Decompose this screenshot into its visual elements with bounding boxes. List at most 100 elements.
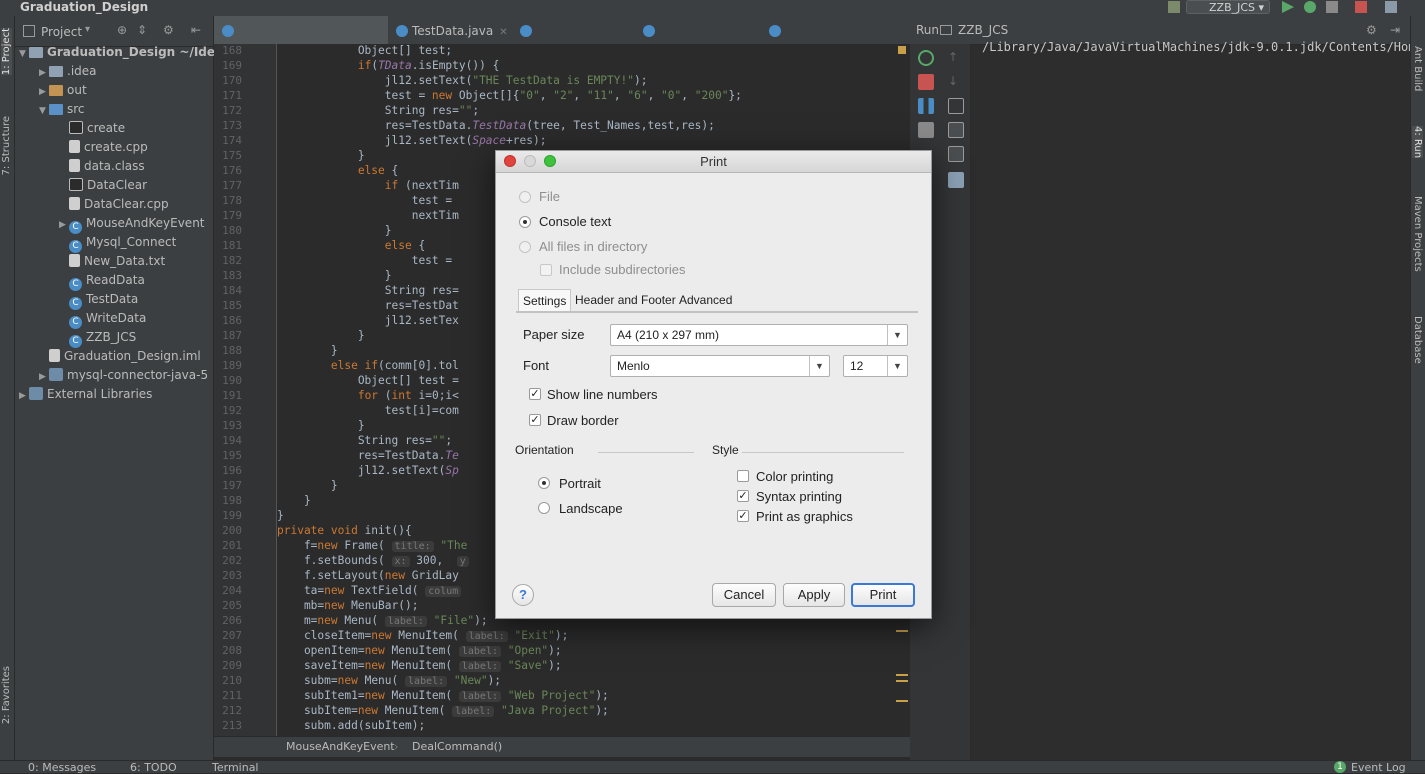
tree-item[interactable]: ▼ Graduation_Design ~/Ideal <box>19 43 227 62</box>
vcs-icon[interactable] <box>1168 1 1180 13</box>
tree-item[interactable]: New_Data.txt <box>59 252 165 271</box>
editor-tab[interactable]: ZZB_JCS.java✕ <box>761 16 876 68</box>
tree-item[interactable]: ▶ .idea <box>39 62 97 81</box>
arrow-up-icon[interactable]: ↑ <box>948 50 964 66</box>
code-line: } <box>277 479 338 492</box>
camera-icon[interactable] <box>918 122 934 138</box>
tree-item[interactable]: ▶ mysql-connector-java-5 <box>39 366 208 385</box>
todo-tool-tab[interactable]: 6: TODO <box>130 761 177 774</box>
ant-build-tool-tab[interactable]: Ant Build <box>1412 46 1423 91</box>
tab-header-footer[interactable]: Header and Footer <box>571 289 680 311</box>
tree-item[interactable]: DataClear <box>59 176 147 195</box>
database-tool-tab[interactable]: Database <box>1412 316 1423 364</box>
console-output[interactable]: /Library/Java/JavaVirtualMachines/jdk-9.… <box>982 40 1425 54</box>
line-number: 195 <box>222 449 242 462</box>
help-button[interactable]: ? <box>512 584 534 606</box>
soft-wrap-icon[interactable] <box>948 98 964 114</box>
font-select[interactable]: Menlo ▼ <box>610 355 830 377</box>
event-log-tool-tab[interactable]: Event Log <box>1351 761 1406 774</box>
landscape-radio[interactable] <box>538 502 550 514</box>
tree-item[interactable]: C WriteData <box>59 309 146 329</box>
stop-icon[interactable] <box>1355 1 1367 13</box>
tree-item[interactable]: Graduation_Design.iml <box>39 347 201 366</box>
line-number: 200 <box>222 524 242 537</box>
terminal-tool-tab[interactable]: Terminal <box>212 761 259 774</box>
inspection-status-icon[interactable] <box>898 46 906 54</box>
editor-tab[interactable]: ReadData.java✕ <box>512 16 635 68</box>
tree-item[interactable]: ▼ src <box>39 100 85 119</box>
favorites-tool-tab[interactable]: 2: Favorites <box>1 666 12 724</box>
breadcrumb-method[interactable]: DealCommand() <box>412 740 502 753</box>
source-directory-radio[interactable] <box>519 241 531 253</box>
tree-item[interactable]: ▶ C MouseAndKeyEvent <box>59 214 205 234</box>
tree-item[interactable]: C ZZB_JCS <box>59 328 136 348</box>
project-structure-icon[interactable] <box>1385 1 1397 13</box>
run-config-select[interactable]: ZZB_JCS ▾ <box>1186 0 1270 14</box>
tree-item[interactable]: data.class <box>59 157 145 176</box>
draw-border-checkbox[interactable]: ✓ <box>529 414 541 426</box>
stop-icon[interactable] <box>918 74 934 90</box>
tree-item[interactable]: create.cpp <box>59 138 148 157</box>
arrow-down-icon[interactable]: ↓ <box>948 74 964 90</box>
coverage-icon[interactable] <box>1326 1 1338 13</box>
source-console-radio[interactable] <box>519 216 531 228</box>
chevron-down-icon[interactable]: ▾ <box>85 24 90 35</box>
tab-settings[interactable]: Settings <box>518 289 572 312</box>
code-line: } <box>277 329 365 342</box>
debug-icon[interactable] <box>1304 1 1316 13</box>
color-printing-checkbox[interactable] <box>737 470 749 482</box>
project-view-icon <box>23 25 35 37</box>
font-label: Font <box>523 358 550 373</box>
syntax-printing-label: Syntax printing <box>756 489 842 504</box>
tree-item[interactable]: C Mysql_Connect <box>59 233 176 253</box>
close-icon[interactable] <box>504 155 516 167</box>
stripe-mark[interactable] <box>896 630 908 632</box>
print-icon[interactable] <box>948 146 964 162</box>
editor-tab[interactable]: MouseAndKeyEvent.java✕ <box>214 16 388 68</box>
stripe-mark[interactable] <box>896 674 908 676</box>
tree-item[interactable]: C ReadData <box>59 271 145 291</box>
collapse-icon[interactable]: ⇕ <box>137 23 147 37</box>
font-size-select[interactable]: 12 ▼ <box>843 355 908 377</box>
run-icon[interactable] <box>1282 1 1294 13</box>
tree-item[interactable]: ▶ External Libraries <box>19 385 152 404</box>
rerun-icon[interactable] <box>918 50 934 66</box>
portrait-radio[interactable] <box>538 477 550 489</box>
print-button[interactable]: Print <box>851 583 915 607</box>
scroll-to-end-icon[interactable] <box>948 122 964 138</box>
tree-item[interactable]: ▶ out <box>39 81 87 100</box>
gear-icon[interactable]: ⚙ <box>163 23 174 37</box>
zoom-icon[interactable] <box>544 155 556 167</box>
editor-tab[interactable]: WriteData.java✕ <box>635 16 761 68</box>
trash-icon[interactable] <box>948 172 964 188</box>
cancel-button[interactable]: Cancel <box>712 583 776 607</box>
chevron-down-icon[interactable]: ▼ <box>39 102 49 121</box>
syntax-printing-checkbox[interactable]: ✓ <box>737 490 749 502</box>
tab-advanced[interactable]: Advanced <box>675 289 736 311</box>
chevron-right-icon[interactable]: ▶ <box>19 387 29 406</box>
messages-tool-tab[interactable]: 0: Messages <box>28 761 96 774</box>
project-tool-tab[interactable]: 1: Project <box>1 28 12 76</box>
tree-item[interactable]: DataClear.cpp <box>59 195 169 214</box>
paper-size-select[interactable]: A4 (210 x 297 mm) ▼ <box>610 324 908 346</box>
source-file-radio[interactable] <box>519 191 531 203</box>
maven-tool-tab[interactable]: Maven Projects <box>1412 196 1423 272</box>
pause-icon[interactable] <box>918 98 934 114</box>
chevron-down-icon[interactable]: ▼ <box>19 45 29 64</box>
stripe-mark[interactable] <box>896 700 908 702</box>
breadcrumb-class[interactable]: MouseAndKeyEvent <box>286 740 395 753</box>
hide-panel-icon[interactable]: ⇤ <box>191 23 201 37</box>
show-line-numbers-checkbox[interactable]: ✓ <box>529 388 541 400</box>
tree-item[interactable]: C TestData <box>59 290 138 310</box>
apply-button[interactable]: Apply <box>783 583 845 607</box>
print-as-graphics-checkbox[interactable]: ✓ <box>737 510 749 522</box>
stripe-mark[interactable] <box>896 680 908 682</box>
run-tool-tab[interactable]: 4: Run <box>1412 126 1423 159</box>
close-icon[interactable]: ✕ <box>499 27 507 38</box>
tree-item[interactable]: create <box>59 119 125 138</box>
structure-tool-tab[interactable]: 7: Structure <box>1 116 12 175</box>
locate-icon[interactable]: ⊕ <box>117 23 127 37</box>
editor-tab[interactable]: TestData.java ✕ <box>388 16 512 44</box>
project-view-selector[interactable]: Project <box>41 25 82 39</box>
include-subdirectories-checkbox[interactable] <box>540 264 552 276</box>
